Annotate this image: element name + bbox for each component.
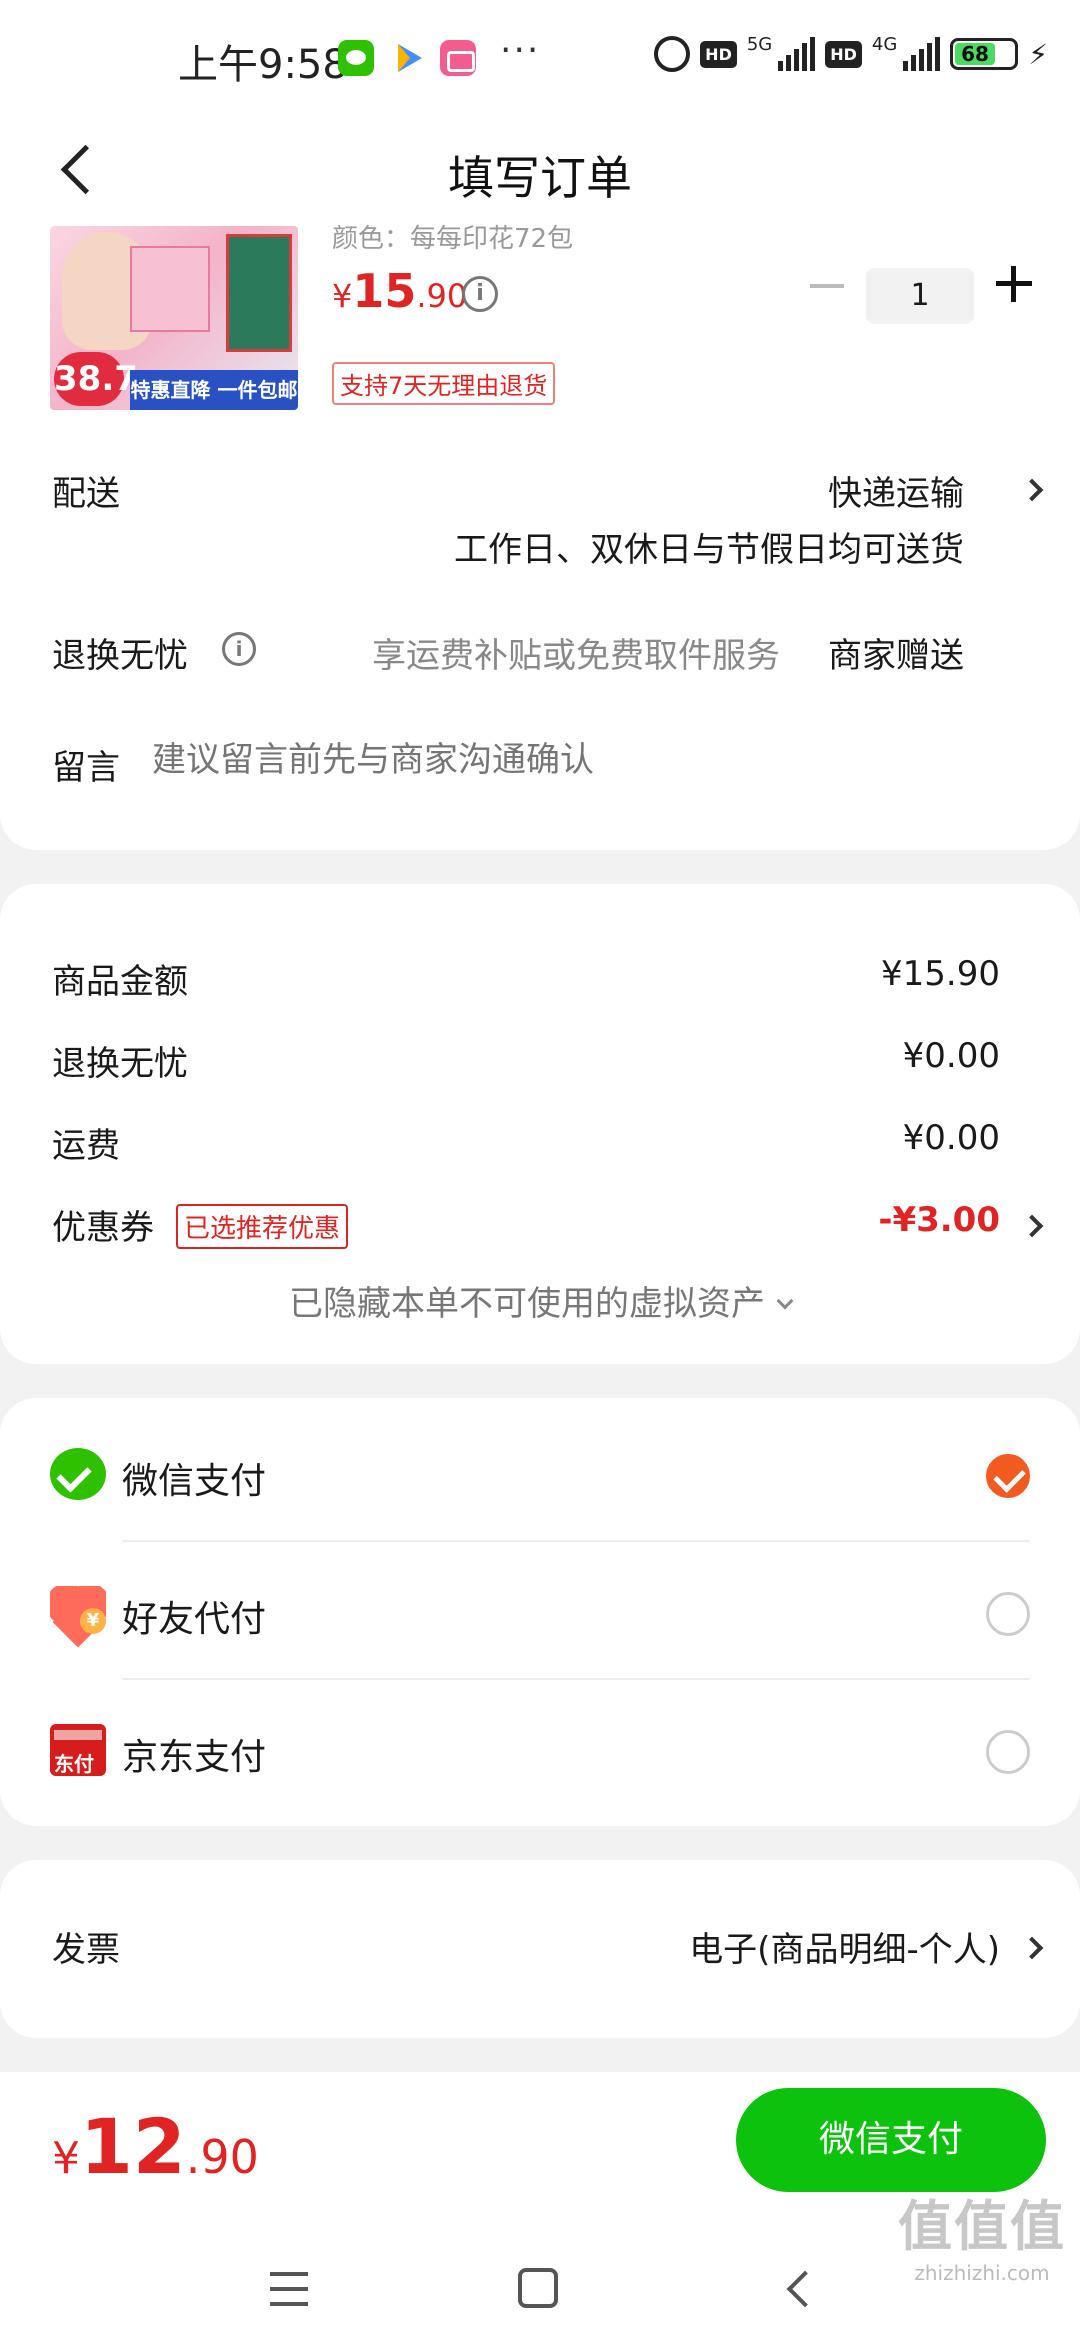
watermark-url: zhizhizhi.com	[914, 2261, 1050, 2285]
friend-pay-icon	[50, 1586, 106, 1638]
thumb-pack	[130, 246, 210, 332]
alarm-icon	[654, 36, 691, 72]
invoice-value[interactable]: 电子(商品明细-个人)	[689, 1922, 1000, 1971]
battery-icon: 68	[950, 38, 1019, 70]
payment-option-label: 京东支付	[122, 1737, 267, 1778]
signal-icon	[778, 37, 816, 71]
status-right: HD 5G HD 4G 68 ⚡	[654, 33, 1048, 72]
delivery-label: 配送	[52, 474, 120, 514]
thumb-pack-2	[226, 234, 292, 352]
radio-checked[interactable]	[986, 1454, 1030, 1498]
thumb-promo-banner: 特惠直降 一件包邮	[130, 370, 298, 410]
hd-badge: HD	[700, 40, 737, 68]
total-currency: ¥	[52, 2133, 80, 2184]
invoice-card[interactable]: 发票 电子(商品明细-个人)	[0, 1860, 1080, 2038]
delivery-value[interactable]: 快递运输	[828, 466, 964, 515]
home-icon[interactable]	[518, 2268, 558, 2308]
charging-icon: ⚡	[1028, 37, 1048, 71]
shipping-fee-value: ¥0.00	[902, 1118, 1000, 1158]
price-dec: .90	[416, 277, 468, 315]
price-info-icon[interactable]: i	[462, 276, 498, 312]
play-store-icon	[398, 44, 422, 72]
payment-option-friend[interactable]: 好友代付	[0, 1542, 1080, 1680]
goods-amount-value: ¥15.90	[881, 954, 1000, 994]
payment-option-jd[interactable]: 东付 京东支付	[0, 1680, 1080, 1818]
menu-icon[interactable]	[270, 2272, 308, 2306]
coupon-tag: 已选推荐优惠	[176, 1204, 349, 1249]
message-input[interactable]	[152, 740, 1012, 780]
price-currency: ¥	[332, 277, 353, 315]
coupon-label: 优惠券	[52, 1208, 154, 1248]
price-int: 15	[352, 264, 417, 318]
order-info-card: 38.7 特惠直降 一件包邮 颜色：每每印花72包 ¥15.90 i 支持7天无…	[0, 224, 1080, 850]
amount-card: 商品金额 ¥15.90 退换无忧 ¥0.00 运费 ¥0.00 优惠券 已选推荐…	[0, 884, 1080, 1364]
chevron-right-icon[interactable]	[1024, 1936, 1046, 1958]
network-type-2: 4G	[871, 33, 898, 55]
checkout-bar: ¥12.90 微信支付 值值值 zhizhizhi.com	[0, 2072, 1080, 2340]
coupon-value[interactable]: -¥3.00	[878, 1200, 1000, 1240]
shipping-fee-label: 运费	[52, 1126, 120, 1166]
return-policy-tag: 支持7天无理由退货	[332, 362, 556, 405]
hidden-assets-text: 已隐藏本单不可使用的虚拟资产	[289, 1284, 765, 1324]
page-title: 填写订单	[448, 151, 632, 205]
message-label: 留言	[52, 748, 120, 788]
return-service-label: 退换无忧	[52, 636, 188, 676]
signal-icon-2	[903, 37, 941, 71]
invoice-label: 发票	[52, 1930, 120, 1970]
wechat-icon	[338, 40, 374, 76]
payment-option-wechat[interactable]: 微信支付	[0, 1404, 1080, 1542]
total-dec: .90	[185, 2130, 259, 2184]
product-spec: 颜色：每每印花72包	[332, 224, 574, 254]
wechat-pay-icon	[50, 1448, 106, 1500]
bilibili-icon	[440, 40, 476, 76]
payment-card: 微信支付 好友代付 东付 京东支付	[0, 1398, 1080, 1826]
jd-icon-text: 东付	[54, 1752, 94, 1776]
total-int: 12	[80, 2102, 186, 2191]
radio-unchecked[interactable]	[986, 1592, 1030, 1636]
more-notifications-icon: ···	[500, 30, 541, 71]
hd-badge-2: HD	[825, 40, 862, 68]
nav-bar: 填写订单	[0, 118, 1080, 226]
chevron-right-icon[interactable]	[1024, 1214, 1046, 1236]
status-bar: 上午9:58 ··· HD 5G HD 4G 68 ⚡	[0, 0, 1080, 118]
system-back-icon[interactable]	[780, 2272, 814, 2306]
return-info-icon[interactable]: i	[222, 632, 256, 666]
quantity-plus-button[interactable]	[996, 266, 1032, 302]
delivery-sub: 工作日、双休日与节假日均可送货	[454, 530, 964, 570]
payment-option-label: 好友代付	[122, 1599, 267, 1640]
status-time: 上午9:58	[178, 42, 348, 88]
pay-button[interactable]: 微信支付	[736, 2088, 1046, 2192]
return-fee-label: 退换无忧	[52, 1044, 188, 1084]
return-service-value: 商家赠送	[828, 636, 964, 676]
product-price: ¥15.90	[332, 264, 467, 318]
payment-option-label: 微信支付	[122, 1461, 267, 1502]
network-type-1: 5G	[746, 33, 773, 55]
battery-level: 68	[955, 43, 995, 65]
radio-unchecked[interactable]	[986, 1730, 1030, 1774]
goods-amount-label: 商品金额	[52, 962, 188, 1002]
watermark-logo: 值值值	[898, 2195, 1066, 2258]
watermark: 值值值 zhizhizhi.com	[898, 2182, 1066, 2285]
quantity-minus-button[interactable]	[810, 284, 844, 288]
hidden-assets-toggle[interactable]: 已隐藏本单不可使用的虚拟资产	[0, 1276, 1080, 1325]
return-service-desc: 享运费补贴或免费取件服务	[372, 636, 780, 676]
chevron-right-icon[interactable]	[1024, 478, 1046, 500]
return-fee-value: ¥0.00	[902, 1036, 1000, 1076]
product-thumbnail[interactable]: 38.7 特惠直降 一件包邮	[50, 226, 298, 410]
chevron-down-icon	[776, 1292, 794, 1310]
thumb-price-badge: 38.7	[54, 352, 138, 406]
jd-pay-icon: 东付	[50, 1724, 106, 1776]
quantity-value[interactable]: 1	[866, 268, 974, 324]
total-price: ¥12.90	[52, 2102, 259, 2191]
